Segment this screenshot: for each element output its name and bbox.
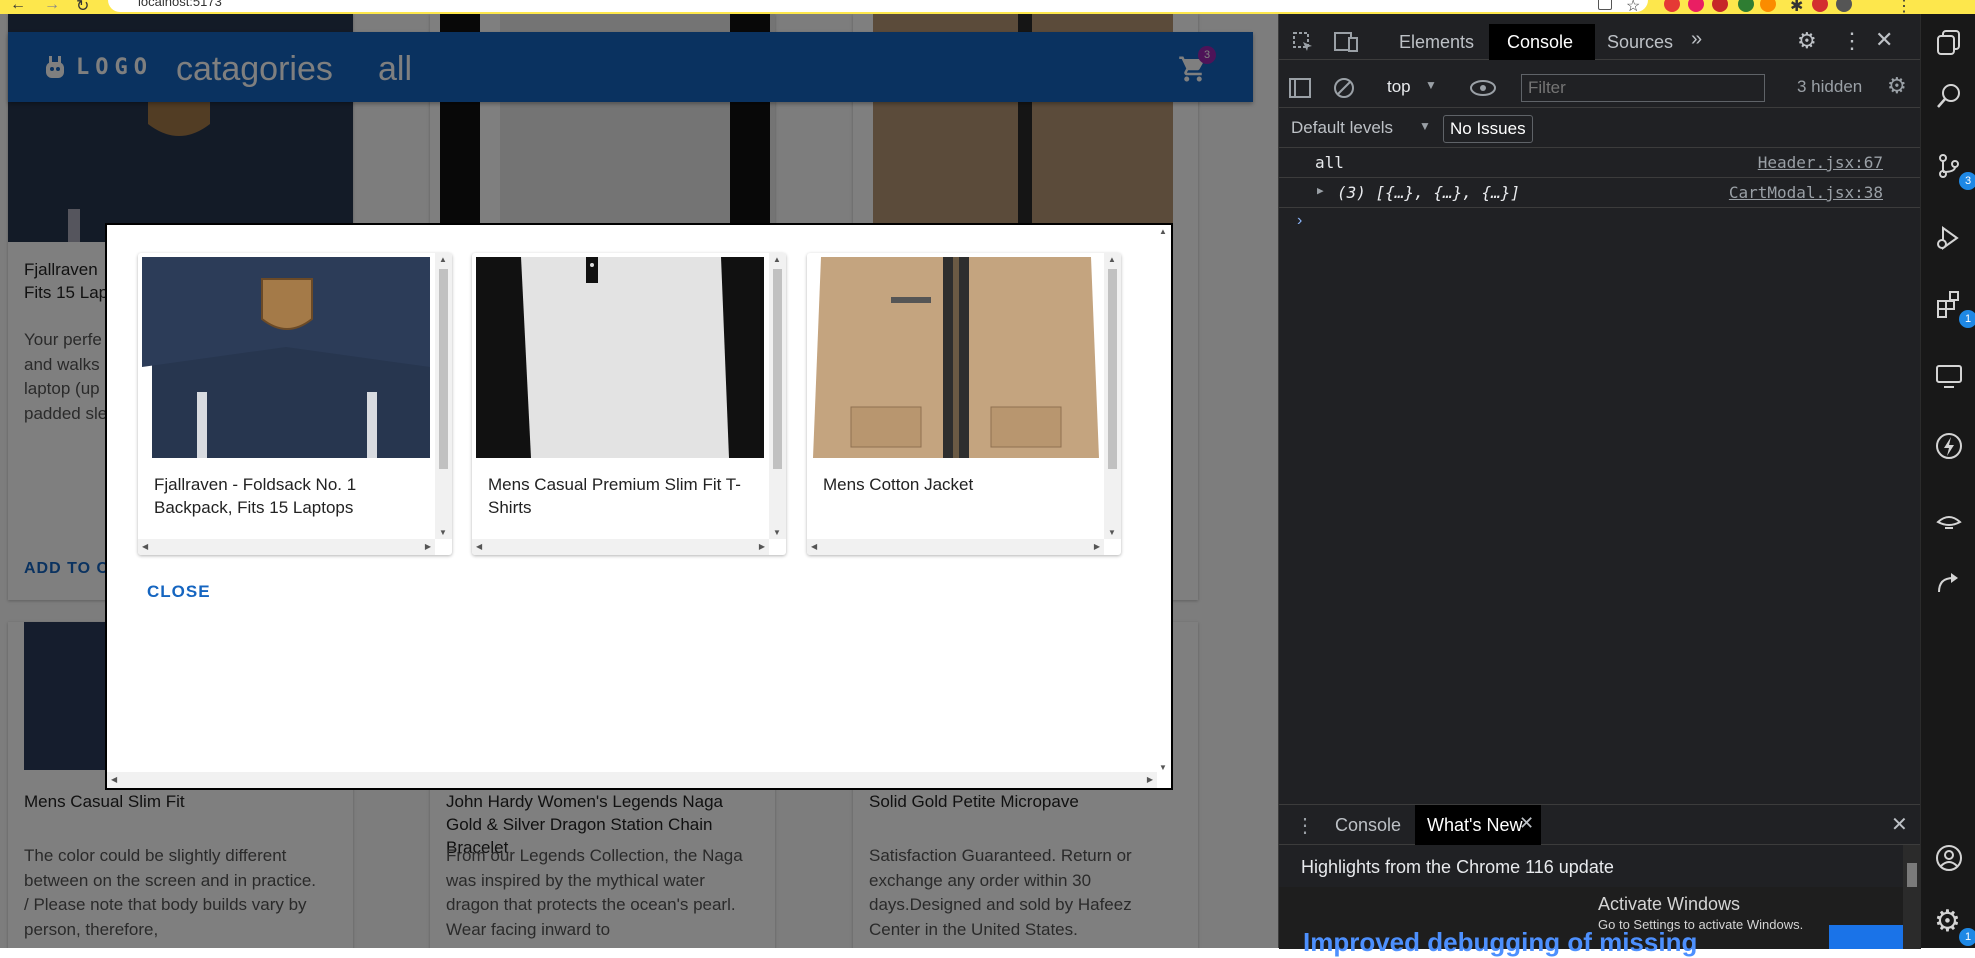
- lightning-icon[interactable]: [1935, 432, 1963, 460]
- drawer-tab-console[interactable]: Console: [1335, 815, 1401, 836]
- cart-item-card: ▲ ▼ Mens Cotton Jacket ◀ ▶: [807, 253, 1121, 555]
- close-tab-icon[interactable]: ✕: [1519, 813, 1534, 834]
- drawer-scrollbar[interactable]: [1903, 845, 1921, 949]
- inspect-icon[interactable]: [1291, 30, 1315, 54]
- issues-button[interactable]: No Issues: [1443, 115, 1533, 143]
- activate-windows-watermark: Activate Windows Go to Settings to activ…: [1598, 894, 1803, 932]
- extension-icon[interactable]: [1712, 0, 1728, 12]
- address-url[interactable]: localhost:5173: [138, 0, 222, 9]
- manage-gear-icon[interactable]: ⚙: [1934, 904, 1961, 939]
- address-bar[interactable]: [108, 0, 1648, 12]
- tshirt-image: [476, 257, 764, 458]
- card-vertical-scrollbar[interactable]: ▲ ▼: [435, 253, 452, 539]
- modal-horizontal-scrollbar[interactable]: ◀ ▶: [107, 772, 1157, 788]
- log-levels-dropdown[interactable]: Default levels: [1291, 118, 1393, 138]
- backpack-image: [142, 257, 430, 458]
- remote-explorer-icon[interactable]: [1935, 362, 1963, 390]
- extension-icon[interactable]: [1664, 0, 1680, 12]
- close-icon[interactable]: ✕: [1875, 27, 1893, 53]
- drawer-tab-bar: ⋮ Console What's New ✕ ✕: [1279, 805, 1921, 845]
- card-vertical-scrollbar[interactable]: ▲ ▼: [769, 253, 786, 539]
- console-filter-input[interactable]: [1521, 74, 1765, 102]
- extension-icon[interactable]: [1812, 0, 1828, 12]
- whats-new-content: Improved debugging of missing: [1279, 887, 1903, 957]
- console-settings-gear-icon[interactable]: ⚙: [1887, 73, 1907, 99]
- source-control-badge: 3: [1959, 172, 1975, 190]
- copy-icon[interactable]: [1935, 28, 1963, 56]
- modal-vertical-scrollbar[interactable]: ▲ ▼: [1155, 225, 1171, 788]
- whats-new-headline: Highlights from the Chrome 116 update: [1301, 857, 1614, 877]
- drawer-tab-whats-new[interactable]: What's New: [1427, 815, 1522, 836]
- devtools-panel: Elements Console Sources » ⚙ ⋮ ✕ top ▼ 3…: [1278, 14, 1921, 957]
- card-horizontal-scrollbar[interactable]: ◀ ▶: [138, 539, 435, 555]
- watermark-title: Activate Windows: [1598, 894, 1741, 914]
- log-source-link[interactable]: Header.jsx:67: [1758, 153, 1883, 172]
- log-message: all: [1315, 153, 1344, 172]
- more-tabs-icon[interactable]: »: [1691, 28, 1702, 51]
- sidebar-toggle-icon[interactable]: [1289, 78, 1311, 98]
- card-horizontal-scrollbar[interactable]: ◀ ▶: [807, 539, 1104, 555]
- tab-sources[interactable]: Sources: [1607, 32, 1673, 53]
- jacket-image: [811, 257, 1099, 458]
- whats-new-video-thumbnail[interactable]: [1829, 925, 1903, 949]
- close-button[interactable]: CLOSE: [147, 582, 211, 602]
- tab-console[interactable]: Console: [1507, 32, 1573, 53]
- live-share-icon[interactable]: [1935, 570, 1963, 598]
- extension-icon[interactable]: [1738, 0, 1754, 12]
- device-toolbar-icon[interactable]: [1333, 30, 1359, 54]
- source-control-icon[interactable]: [1935, 152, 1963, 180]
- close-drawer-icon[interactable]: ✕: [1891, 812, 1908, 837]
- live-expression-eye-icon[interactable]: [1469, 78, 1497, 98]
- drawer-menu-icon[interactable]: ⋮: [1295, 813, 1315, 838]
- account-icon[interactable]: [1935, 844, 1963, 872]
- manage-badge: 1: [1959, 928, 1975, 946]
- card-horizontal-scrollbar[interactable]: ◀ ▶: [472, 539, 769, 555]
- settings-gear-icon[interactable]: ⚙: [1797, 28, 1817, 54]
- context-selector[interactable]: top: [1387, 77, 1411, 97]
- extension-icon[interactable]: [1688, 0, 1704, 12]
- more-options-icon[interactable]: ⋮: [1841, 28, 1863, 54]
- cart-item-card: ▲ ▼ Mens Casual Premium Slim Fit T-Shirt…: [472, 253, 786, 555]
- expand-triangle-icon[interactable]: ▶: [1317, 184, 1324, 197]
- tab-elements[interactable]: Elements: [1399, 32, 1474, 53]
- chevron-down-icon: ▼: [1425, 78, 1437, 92]
- console-prompt-icon[interactable]: ›: [1297, 212, 1302, 230]
- devtools-tab-bar: Elements Console Sources » ⚙ ⋮ ✕: [1279, 24, 1921, 60]
- clear-console-icon[interactable]: [1333, 77, 1355, 99]
- log-message[interactable]: (3) [{…}, {…}, {…}]: [1337, 183, 1520, 202]
- console-log-row: ▶ (3) [{…}, {…}, {…}] CartModal.jsx:38: [1279, 178, 1921, 208]
- log-levels-bar: Default levels ▼ No Issues: [1279, 108, 1921, 148]
- search-icon[interactable]: [1935, 82, 1963, 110]
- cart-modal: ▲ ▼ Fjallraven - Foldsack No. 1 Backpack…: [105, 223, 1173, 790]
- forward-icon[interactable]: →: [44, 0, 60, 14]
- card-vertical-scrollbar[interactable]: ▲ ▼: [1104, 253, 1121, 539]
- console-log-row: all Header.jsx:67: [1279, 148, 1921, 178]
- hidden-count: 3 hidden: [1797, 77, 1863, 96]
- run-debug-icon[interactable]: [1935, 224, 1963, 252]
- log-source-link[interactable]: CartModal.jsx:38: [1729, 183, 1883, 202]
- share-icon[interactable]: [1598, 0, 1612, 10]
- activity-sidebar: 3 1 ⚙ 1: [1920, 14, 1975, 948]
- cart-item-title: Mens Casual Premium Slim Fit T-Shirts: [488, 475, 741, 517]
- console-toolbar: top ▼ 3 hidden ⚙: [1279, 68, 1921, 108]
- cart-item-title: Fjallraven - Foldsack No. 1 Backpack, Fi…: [154, 475, 357, 517]
- profile-avatar[interactable]: [1836, 0, 1852, 12]
- web-app: Fjallraven Fits 15 Lap Your perfe and wa…: [0, 14, 1278, 948]
- extensions-icon[interactable]: [1935, 290, 1963, 318]
- watermark-subtitle: Go to Settings to activate Windows.: [1598, 917, 1804, 932]
- extension-icon[interactable]: [1760, 0, 1776, 12]
- chevron-down-icon: ▼: [1419, 119, 1431, 133]
- cart-item-card: ▲ ▼ Fjallraven - Foldsack No. 1 Backpack…: [138, 253, 452, 555]
- genie-lamp-icon[interactable]: [1935, 504, 1963, 532]
- browser-toolbar: ← → ↻ localhost:5173 ☆ ✱ ⋮: [0, 0, 1975, 15]
- back-icon[interactable]: ←: [10, 0, 26, 14]
- cart-item-title: Mens Cotton Jacket: [823, 475, 974, 494]
- extensions-badge: 1: [1959, 310, 1975, 328]
